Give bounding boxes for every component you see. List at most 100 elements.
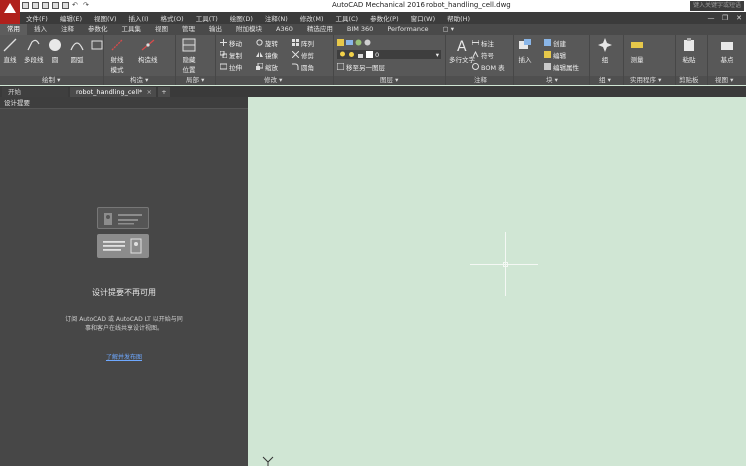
line-tool[interactable]: 直线 [3,38,17,64]
construction-line-tool[interactable]: 构造线 [138,38,158,64]
menu-parametric[interactable]: 参数化(P) [364,13,405,23]
tab-a360[interactable]: A360 [269,24,300,35]
annotation-panel-label[interactable]: 注释 [474,74,487,84]
minimize-button[interactable]: — [704,12,718,24]
rotate-tool[interactable]: 旋转 [256,38,278,48]
menu-tools[interactable]: 工具(T) [190,13,224,23]
menu-file[interactable]: 文件(F) [20,13,54,23]
application-menu-button[interactable] [0,0,20,24]
profile-card-alt-icon [97,234,149,258]
menu-view[interactable]: 视图(V) [88,13,123,23]
paste-tool[interactable]: 粘贴 [682,38,696,64]
layer-state-icon[interactable] [346,39,353,46]
layer-tools-row [337,38,371,47]
layer-properties-icon[interactable] [337,39,344,46]
menu-edit[interactable]: 编辑(E) [54,13,88,23]
groups-panel-label[interactable]: 组 ▾ [599,74,611,84]
detail-panel-label[interactable]: 局部 ▾ [186,74,204,84]
create-block-tool[interactable]: 创建 [544,38,566,48]
print-icon[interactable] [62,2,69,9]
tab-performance[interactable]: Performance [380,24,435,35]
polyline-tool[interactable]: 多段线 [24,38,44,64]
menu-toolset[interactable]: 工具(C) [329,13,364,23]
symbol-tool[interactable]: 符号 [472,50,494,60]
draw-panel-label[interactable]: 绘制 ▾ [42,74,60,84]
redo-icon[interactable]: ↷ [83,2,91,9]
menu-modify[interactable]: 修改(M) [294,13,330,23]
base-view-tool[interactable]: 基点 [720,38,734,64]
mirror-icon [256,52,263,57]
tab-featured-apps[interactable]: 精选应用 [300,24,340,35]
move-tool[interactable]: 移动 [220,38,242,48]
learn-more-link[interactable]: 了解并发布图 [0,352,248,361]
tab-view[interactable]: 视图 [148,24,175,35]
modify-panel-label[interactable]: 修改 ▾ [264,74,282,84]
circle-tool[interactable]: 圆 [48,38,62,64]
clipboard-panel-label[interactable]: 剪贴板 [679,74,699,84]
menu-format[interactable]: 格式(O) [155,13,190,23]
trim-tool[interactable]: 修剪 [292,50,314,60]
new-tab-button[interactable]: + [158,87,170,97]
block-panel-label[interactable]: 块 ▾ [546,74,558,84]
group-tool[interactable]: 组 [598,38,612,64]
menu-annotate[interactable]: 注释(N) [259,13,294,23]
layer-dropdown[interactable]: 0 ▾ [337,50,441,59]
edit-block-tool[interactable]: 编辑 [544,50,566,60]
layer-freeze-icon[interactable] [364,39,371,46]
tab-bim360[interactable]: BIM 360 [340,24,380,35]
tab-output[interactable]: 输出 [202,24,229,35]
search-input[interactable]: 键入关键字或短语 [690,1,744,11]
open-file-icon[interactable] [32,2,39,9]
save-icon[interactable] [42,2,49,9]
tab-insert[interactable]: 插入 [27,24,54,35]
move-to-layer-tool[interactable]: 移至另一图层 [337,62,385,72]
scale-tool[interactable]: 缩放 [256,62,278,72]
stretch-tool[interactable]: 拉伸 [220,62,242,72]
insert-block-tool[interactable]: 插入 [518,38,532,64]
menu-insert[interactable]: 插入(I) [123,13,155,23]
measure-tool[interactable]: 测量 [630,38,644,64]
new-file-icon[interactable] [22,2,29,9]
menu-help[interactable]: 帮助(H) [441,13,476,23]
tab-parametric[interactable]: 参数化 [81,24,115,35]
undo-icon[interactable]: ↶ [72,2,80,9]
utilities-panel-label[interactable]: 实用程序 ▾ [630,74,661,84]
draw-more-tool[interactable] [90,38,104,52]
bom-tool[interactable]: BOM 表 [472,62,505,72]
mirror-tool[interactable]: 镜像 [256,50,278,60]
ray-tool[interactable]: 射线 模式 [110,38,124,74]
tab-home[interactable]: 常用 [0,24,27,35]
layer-panel-label[interactable]: 图层 ▾ [380,74,398,84]
view-panel-label[interactable]: 视图 ▾ [715,74,733,84]
save-as-icon[interactable] [52,2,59,9]
tab-start[interactable]: 开始 [2,87,68,97]
arc-tool[interactable]: 圆弧 [70,38,84,64]
layer-isolate-icon[interactable] [355,39,362,46]
close-button[interactable]: ✕ [732,12,746,24]
edit-attribute-tool[interactable]: 编辑属性 [544,62,579,72]
dimension-tool[interactable]: 标注 [472,38,494,48]
array-tool[interactable]: 阵列 [292,38,314,48]
tab-annotate[interactable]: 注释 [54,24,81,35]
tab-toolset[interactable]: 工具集 [115,24,149,35]
hide-tool[interactable]: 隐藏 位置 [182,38,196,74]
mirror-label: 镜像 [265,51,278,60]
menu-window[interactable]: 窗口(W) [405,13,442,23]
ribbon-options-button[interactable]: ▢ ▾ [436,24,461,35]
construction-line-label: 构造线 [138,56,158,64]
copy-tool[interactable]: 复制 [220,50,242,60]
ruler-icon [631,42,643,48]
tab-addins[interactable]: 附加模块 [229,24,269,35]
tab-manage[interactable]: 管理 [175,24,202,35]
app-title: AutoCAD Mechanical 2016 [332,1,425,9]
tab-document[interactable]: robot_handling_cell* × [70,87,156,97]
menu-draw[interactable]: 绘图(D) [224,13,259,23]
restore-button[interactable]: ❐ [718,12,732,24]
edit-attribute-icon [544,63,551,70]
color-swatch-icon [366,51,373,58]
edit-block-icon [544,51,551,58]
close-tab-icon[interactable]: × [147,87,152,97]
fillet-tool[interactable]: 圆角 [292,62,314,72]
drawing-canvas[interactable] [248,97,746,466]
construct-panel-label[interactable]: 构造 ▾ [130,74,148,84]
